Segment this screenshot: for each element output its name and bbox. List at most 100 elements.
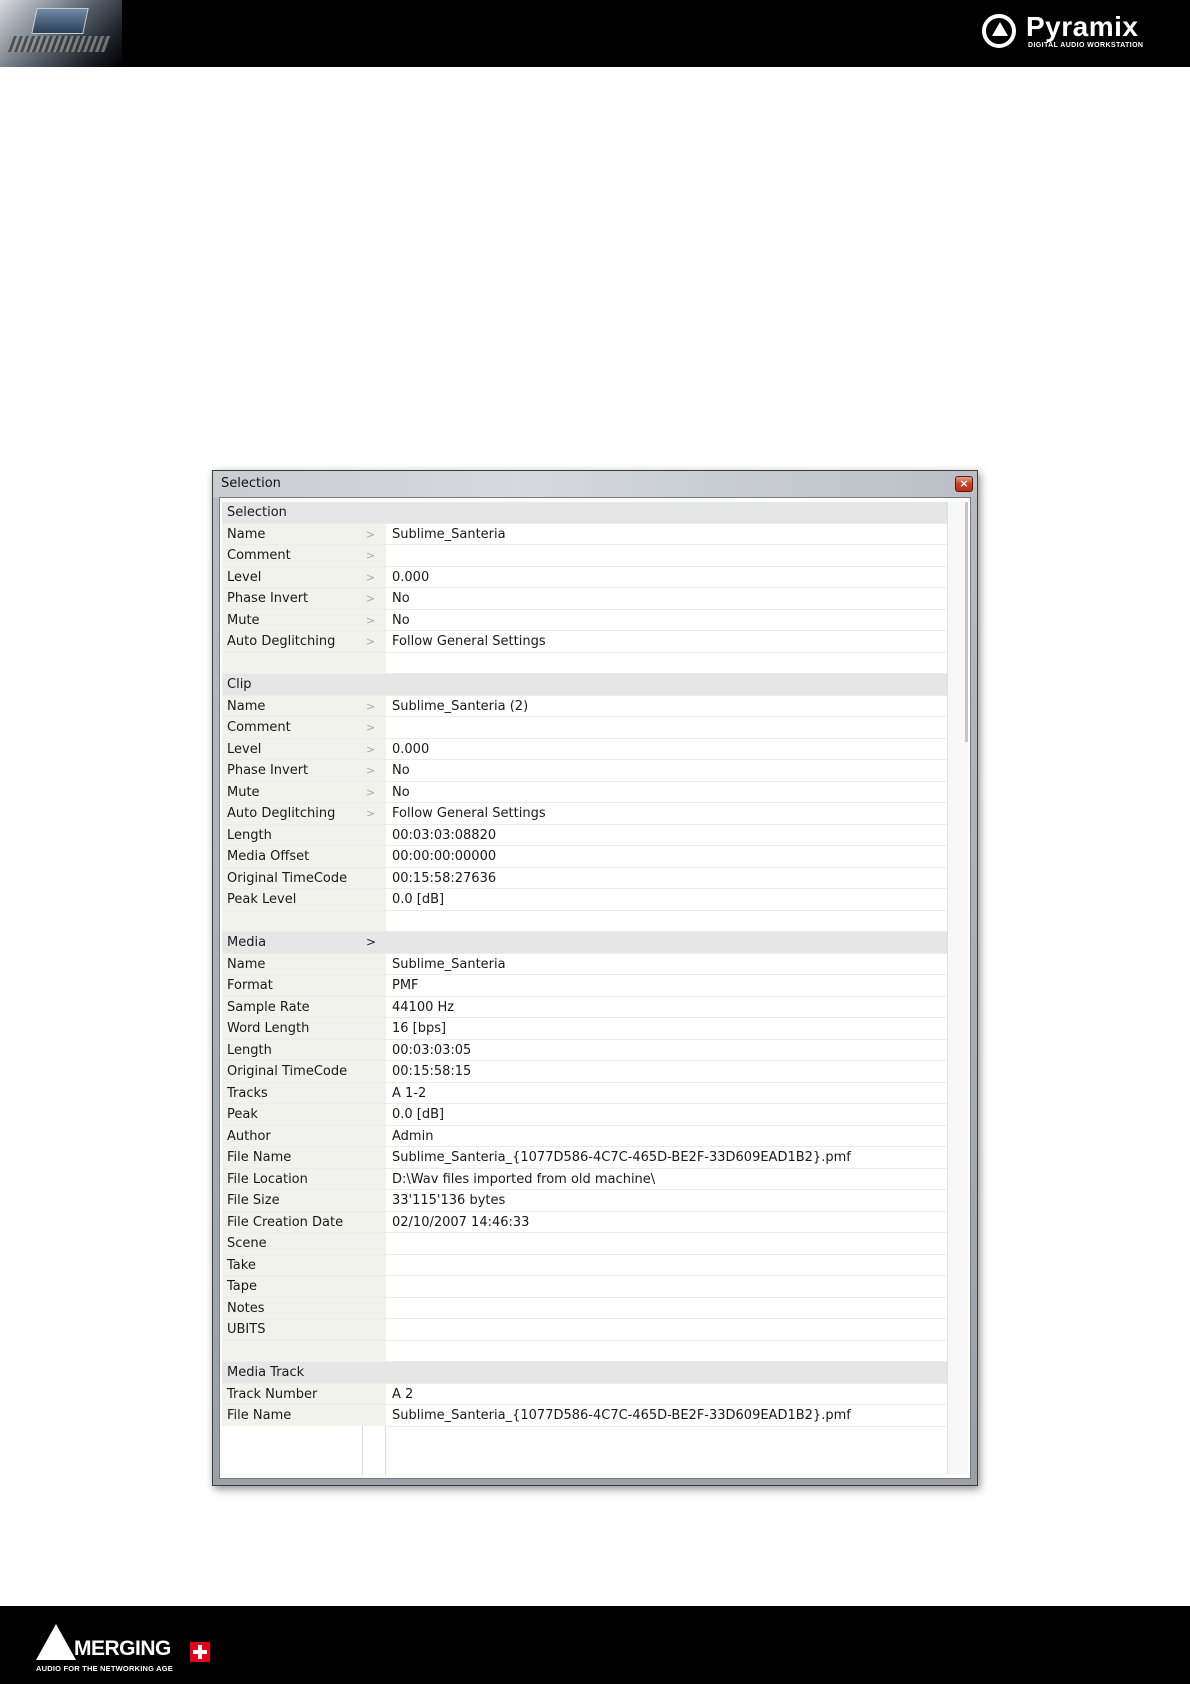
- property-value[interactable]: Sublime_Santeria_{1077D586-4C7C-465D-BE2…: [386, 1147, 952, 1168]
- vertical-scrollbar[interactable]: [947, 502, 968, 1474]
- property-row[interactable]: Word Length 16 [bps]: [222, 1018, 952, 1040]
- property-value[interactable]: Admin: [386, 1125, 952, 1146]
- property-row[interactable]: Original TimeCode 00:15:58:15: [222, 1061, 952, 1083]
- property-row[interactable]: Original TimeCode 00:15:58:27636: [222, 867, 952, 889]
- edit-arrow-button[interactable]: >: [362, 523, 386, 544]
- property-row[interactable]: UBITS: [222, 1319, 952, 1341]
- property-row[interactable]: Notes: [222, 1297, 952, 1319]
- property-row[interactable]: Peak Level 0.0 [dB]: [222, 889, 952, 911]
- property-value[interactable]: [386, 1319, 952, 1340]
- section-header-selection[interactable]: Selection: [222, 502, 952, 524]
- property-row[interactable]: Scene: [222, 1233, 952, 1255]
- property-value[interactable]: 00:15:58:15: [386, 1061, 952, 1082]
- spacer-arrow: [362, 652, 386, 673]
- property-value[interactable]: Sublime_Santeria (2): [386, 695, 952, 716]
- property-row[interactable]: Length 00:03:03:05: [222, 1039, 952, 1061]
- property-value[interactable]: 33'115'136 bytes: [386, 1190, 952, 1211]
- section-header-clip[interactable]: Clip: [222, 674, 952, 696]
- edit-arrow-button[interactable]: >: [362, 695, 386, 716]
- property-row[interactable]: Phase Invert > No: [222, 588, 952, 610]
- property-row[interactable]: Mute > No: [222, 781, 952, 803]
- property-value[interactable]: D:\Wav files imported from old machine\: [386, 1168, 952, 1189]
- section-expand-arrow[interactable]: [362, 674, 386, 695]
- property-value[interactable]: Sublime_Santeria: [386, 523, 952, 544]
- property-value[interactable]: No: [386, 588, 952, 609]
- property-value[interactable]: 0.000: [386, 566, 952, 587]
- property-row[interactable]: Peak 0.0 [dB]: [222, 1104, 952, 1126]
- property-row[interactable]: Mute > No: [222, 609, 952, 631]
- property-value[interactable]: Sublime_Santeria_{1077D586-4C7C-465D-BE2…: [386, 1405, 952, 1426]
- property-row[interactable]: Auto Deglitching > Follow General Settings: [222, 803, 952, 825]
- property-row[interactable]: Length 00:03:03:08820: [222, 824, 952, 846]
- property-value[interactable]: 0.0 [dB]: [386, 889, 952, 910]
- edit-arrow-button[interactable]: >: [362, 803, 386, 824]
- property-row[interactable]: Name Sublime_Santeria: [222, 953, 952, 975]
- section-header-media-track[interactable]: Media Track: [222, 1362, 952, 1384]
- property-row[interactable]: Comment >: [222, 545, 952, 567]
- section-expand-arrow[interactable]: [362, 502, 386, 523]
- property-row[interactable]: File Creation Date 02/10/2007 14:46:33: [222, 1211, 952, 1233]
- property-value[interactable]: [386, 545, 952, 566]
- property-value[interactable]: 44100 Hz: [386, 996, 952, 1017]
- property-row[interactable]: Phase Invert > No: [222, 760, 952, 782]
- edit-arrow-button[interactable]: >: [362, 760, 386, 781]
- property-value[interactable]: A 1-2: [386, 1082, 952, 1103]
- property-value[interactable]: 00:03:03:05: [386, 1039, 952, 1060]
- dialog-titlebar[interactable]: Selection ×: [213, 471, 977, 497]
- property-row[interactable]: File Location D:\Wav files imported from …: [222, 1168, 952, 1190]
- property-row[interactable]: Level >0.000: [222, 566, 952, 588]
- property-value[interactable]: No: [386, 609, 952, 630]
- property-value[interactable]: [386, 717, 952, 738]
- property-value[interactable]: 0.000: [386, 738, 952, 759]
- property-value[interactable]: [386, 1276, 952, 1297]
- edit-arrow-button: [362, 996, 386, 1017]
- property-value[interactable]: Follow General Settings: [386, 803, 952, 824]
- property-row[interactable]: Track Number A 2: [222, 1383, 952, 1405]
- edit-arrow-button[interactable]: >: [362, 738, 386, 759]
- property-row[interactable]: Take: [222, 1254, 952, 1276]
- property-row[interactable]: Name > Sublime_Santeria (2): [222, 695, 952, 717]
- property-value[interactable]: 02/10/2007 14:46:33: [386, 1211, 952, 1232]
- section-expand-arrow[interactable]: >: [362, 932, 386, 953]
- property-value[interactable]: Follow General Settings: [386, 631, 952, 652]
- property-row[interactable]: Media Offset 00:00:00:00000: [222, 846, 952, 868]
- property-row[interactable]: Author Admin: [222, 1125, 952, 1147]
- property-row[interactable]: Format PMF: [222, 975, 952, 997]
- property-value[interactable]: Sublime_Santeria: [386, 953, 952, 974]
- section-header-media[interactable]: Media >: [222, 932, 952, 954]
- property-row[interactable]: Tracks A 1-2: [222, 1082, 952, 1104]
- property-row[interactable]: File Size 33'115'136 bytes: [222, 1190, 952, 1212]
- property-row[interactable]: Level >0.000: [222, 738, 952, 760]
- edit-arrow-button[interactable]: >: [362, 609, 386, 630]
- property-value[interactable]: [386, 1297, 952, 1318]
- property-row[interactable]: File Name Sublime_Santeria_{1077D586-4C7C…: [222, 1147, 952, 1169]
- edit-arrow-button[interactable]: >: [362, 566, 386, 587]
- scrollbar-thumb[interactable]: [965, 502, 968, 742]
- section-expand-arrow[interactable]: [362, 1362, 386, 1383]
- edit-arrow-button[interactable]: >: [362, 588, 386, 609]
- property-row[interactable]: Tape: [222, 1276, 952, 1298]
- edit-arrow-button[interactable]: >: [362, 717, 386, 738]
- property-row[interactable]: Comment >: [222, 717, 952, 739]
- property-value[interactable]: A 2: [386, 1383, 952, 1404]
- property-value[interactable]: 00:15:58:27636: [386, 867, 952, 888]
- pyramix-logo: Pyramix DIGITAL AUDIO WORKSTATION: [982, 12, 1172, 56]
- property-row[interactable]: Auto Deglitching > Follow General Settings: [222, 631, 952, 653]
- property-row[interactable]: Name > Sublime_Santeria: [222, 523, 952, 545]
- property-value[interactable]: PMF: [386, 975, 952, 996]
- property-row[interactable]: File Name Sublime_Santeria_{1077D586-4C7C…: [222, 1405, 952, 1427]
- property-value[interactable]: No: [386, 781, 952, 802]
- close-button[interactable]: ×: [955, 476, 973, 492]
- edit-arrow-button[interactable]: >: [362, 781, 386, 802]
- property-value[interactable]: 0.0 [dB]: [386, 1104, 952, 1125]
- property-value[interactable]: [386, 1233, 952, 1254]
- property-row[interactable]: Sample Rate 44100 Hz: [222, 996, 952, 1018]
- property-value[interactable]: 16 [bps]: [386, 1018, 952, 1039]
- edit-arrow-button[interactable]: >: [362, 631, 386, 652]
- property-label: Tape: [222, 1276, 362, 1297]
- property-value[interactable]: 00:03:03:08820: [386, 824, 952, 845]
- edit-arrow-button[interactable]: >: [362, 545, 386, 566]
- property-value[interactable]: No: [386, 760, 952, 781]
- property-value[interactable]: 00:00:00:00000: [386, 846, 952, 867]
- property-value[interactable]: [386, 1254, 952, 1275]
